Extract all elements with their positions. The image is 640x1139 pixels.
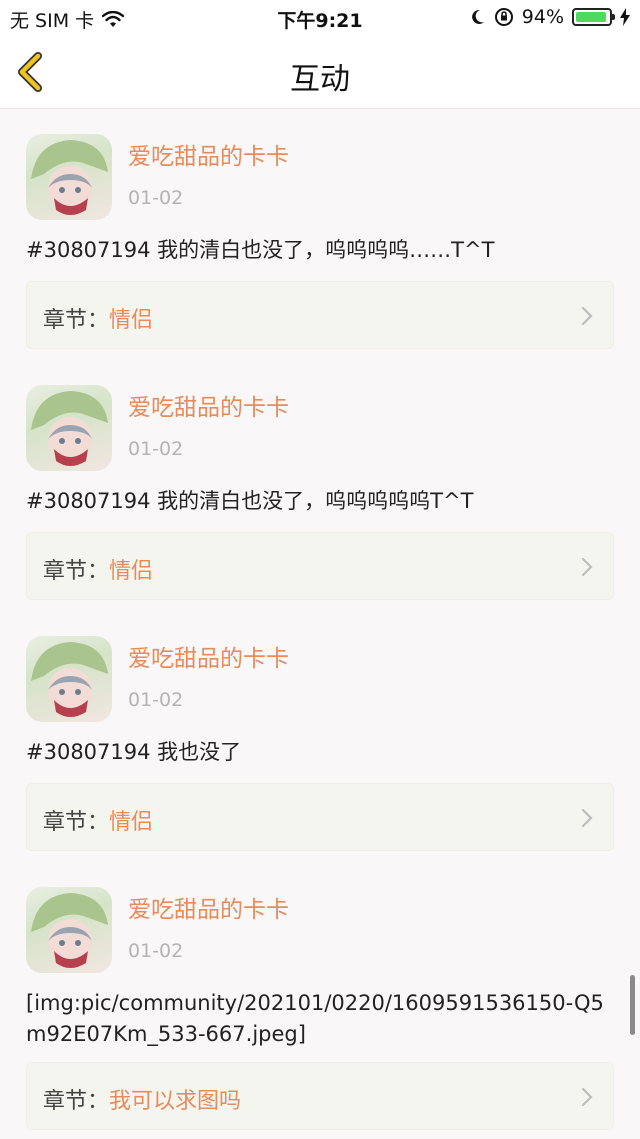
chapter-label-row: 章节：情侣 [43, 553, 153, 585]
chapter-link[interactable]: 章节：情侣 [26, 783, 614, 851]
avatar-image [31, 642, 108, 717]
battery-percent: 94% [521, 6, 564, 28]
avatar[interactable] [26, 134, 112, 220]
post-content: #30807194 我的清白也没了，呜呜呜呜呜T^T [26, 489, 474, 513]
chevron-right-icon [581, 557, 593, 577]
page-title: 互动 [290, 62, 350, 97]
username[interactable]: 爱吃甜品的卡卡 [128, 137, 289, 171]
avatar-image [31, 893, 108, 968]
post-date: 01-02 [128, 940, 184, 962]
status-right: 94% [470, 6, 630, 28]
avatar[interactable] [26, 887, 112, 973]
chapter-value: 我可以求图吗 [109, 1089, 242, 1114]
chapter-label: 章节： [43, 308, 110, 333]
moon-icon [471, 9, 484, 24]
chapter-label-row: 章节：情侣 [43, 804, 153, 836]
username[interactable]: 爱吃甜品的卡卡 [128, 388, 289, 422]
battery-icon [572, 8, 615, 26]
username[interactable]: 爱吃甜品的卡卡 [128, 890, 289, 924]
post-date: 01-02 [128, 438, 184, 460]
chevron-right-icon [581, 306, 593, 326]
chevron-right-icon [581, 808, 593, 828]
battery-fill [576, 12, 607, 22]
status-bar: 无 SIM 卡 下午9:21 94% [0, 0, 640, 36]
avatar[interactable] [26, 636, 112, 722]
chapter-label: 章节： [43, 810, 110, 835]
chapter-value: 情侣 [109, 810, 154, 835]
chapter-label: 章节： [43, 1089, 110, 1114]
battery-tip [612, 14, 615, 20]
post-content: #30807194 我也没了 [26, 740, 242, 764]
chapter-value: 情侣 [109, 308, 154, 333]
scrollbar[interactable] [630, 975, 635, 1035]
post-date: 01-02 [128, 689, 184, 711]
charging-bolt-icon [620, 8, 630, 26]
avatar[interactable] [26, 385, 112, 471]
chapter-label: 章节： [43, 559, 110, 584]
chapter-value: 情侣 [109, 559, 154, 584]
post-content: #30807194 我的清白也没了，呜呜呜呜……T^T [26, 238, 495, 262]
username[interactable]: 爱吃甜品的卡卡 [128, 639, 289, 673]
orientation-lock-icon [494, 8, 513, 26]
chapter-link[interactable]: 章节：情侣 [26, 281, 614, 349]
post-date: 01-02 [128, 187, 184, 209]
nav-bar: 互动 [0, 36, 640, 109]
chapter-label-row: 章节：情侣 [43, 302, 153, 334]
avatar-image [31, 391, 108, 466]
chapter-link[interactable]: 章节：情侣 [26, 532, 614, 600]
avatar-image [31, 140, 108, 215]
chapter-label-row: 章节：我可以求图吗 [43, 1083, 241, 1115]
post-content: [img:pic/community/202101/0220/160959153… [26, 991, 604, 1046]
chevron-right-icon [581, 1087, 593, 1107]
chapter-link[interactable]: 章节：我可以求图吗 [26, 1062, 614, 1130]
